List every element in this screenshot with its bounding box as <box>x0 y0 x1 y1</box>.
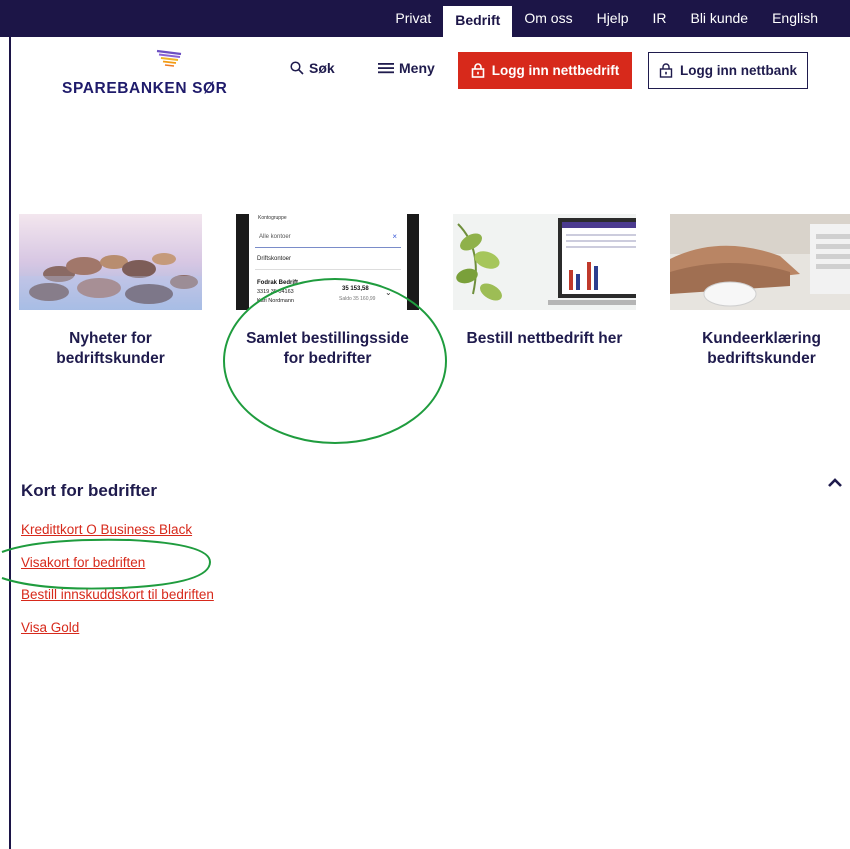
search-button[interactable]: Søk <box>290 60 335 76</box>
sparebanken-logo[interactable]: SPAREBANKEN SØR <box>62 47 227 107</box>
card-title: Bestill nettbedrift her <box>466 330 623 347</box>
search-label: Søk <box>309 60 335 76</box>
lock-icon <box>659 63 673 78</box>
top-navigation: Privat Bedrift Om oss Hjelp IR Bli kunde… <box>0 0 850 37</box>
stones-image <box>19 214 202 310</box>
topnav-ir[interactable]: IR <box>640 0 678 37</box>
link-visa-gold[interactable]: Visa Gold <box>21 620 79 635</box>
login-nettbedrift-label: Logg inn nettbedrift <box>491 63 620 78</box>
login-nettbank-label: Logg inn nettbank <box>680 63 797 78</box>
topnav-english[interactable]: English <box>760 0 830 37</box>
link-innskuddskort[interactable]: Bestill innskuddskort til bedriften <box>21 587 214 602</box>
menu-button[interactable]: Meny <box>378 60 435 76</box>
phone-select-value: Alle kontoer <box>259 234 291 240</box>
card-title: Samlet bestillingsside for bedrifter <box>246 330 409 367</box>
topnav-hjelp[interactable]: Hjelp <box>585 0 641 37</box>
card-title: Nyheter for bedriftskunder <box>56 330 165 367</box>
phone-account-number: 3319 35 04163 <box>257 289 294 295</box>
phone-amount: 35 153,58 <box>342 286 369 292</box>
card-kundeerklaering[interactable]: Kundeerklæring bedriftskunder <box>670 214 850 369</box>
lock-icon <box>471 63 485 78</box>
search-icon <box>290 61 304 75</box>
card-samlet-bestilling[interactable]: Kontogruppe Alle kontoer × Driftskontoer… <box>236 214 419 369</box>
chevron-down-icon: ⌄ <box>385 288 392 297</box>
logo-mark-icon <box>156 49 182 67</box>
link-visakort-bedriften[interactable]: Visakort for bedriften <box>21 555 145 570</box>
hamburger-icon <box>378 63 394 74</box>
page-frame <box>9 0 850 849</box>
phone-screen-image: Kontogruppe Alle kontoer × Driftskontoer… <box>236 214 419 310</box>
phone-section-label: Driftskontoer <box>257 256 292 262</box>
card-bestill-nettbedrift[interactable]: Bestill nettbedrift her <box>453 214 636 349</box>
login-nettbedrift-button[interactable]: Logg inn nettbedrift <box>458 52 632 89</box>
login-nettbank-button[interactable]: Logg inn nettbank <box>648 52 808 89</box>
topnav-bli-kunde[interactable]: Bli kunde <box>678 0 760 37</box>
logo-text: SPAREBANKEN SØR <box>62 80 228 97</box>
link-kredittkort-business-black[interactable]: Kredittkort O Business Black <box>21 522 192 537</box>
card-nyheter[interactable]: Nyheter for bedriftskunder <box>19 214 202 369</box>
mouse-hand-image <box>670 214 850 310</box>
phone-account-owner: Kari Nordmann <box>257 298 294 304</box>
menu-label: Meny <box>399 60 435 76</box>
topnav-om-oss[interactable]: Om oss <box>512 0 584 37</box>
topnav-bedrift[interactable]: Bedrift <box>443 6 513 37</box>
phone-account-name: Fodrak Bedrift <box>257 280 299 286</box>
card-title: Kundeerklæring bedriftskunder <box>702 330 821 367</box>
clear-icon: × <box>392 232 397 241</box>
topnav-privat[interactable]: Privat <box>383 0 443 37</box>
phone-group-label: Kontogruppe <box>258 215 287 221</box>
section-title: Kort for bedrifter <box>21 481 157 500</box>
chevron-up-icon[interactable] <box>826 476 844 490</box>
laptop-image <box>453 214 636 310</box>
phone-saldo: Saldo 35 160,99 <box>339 296 376 302</box>
